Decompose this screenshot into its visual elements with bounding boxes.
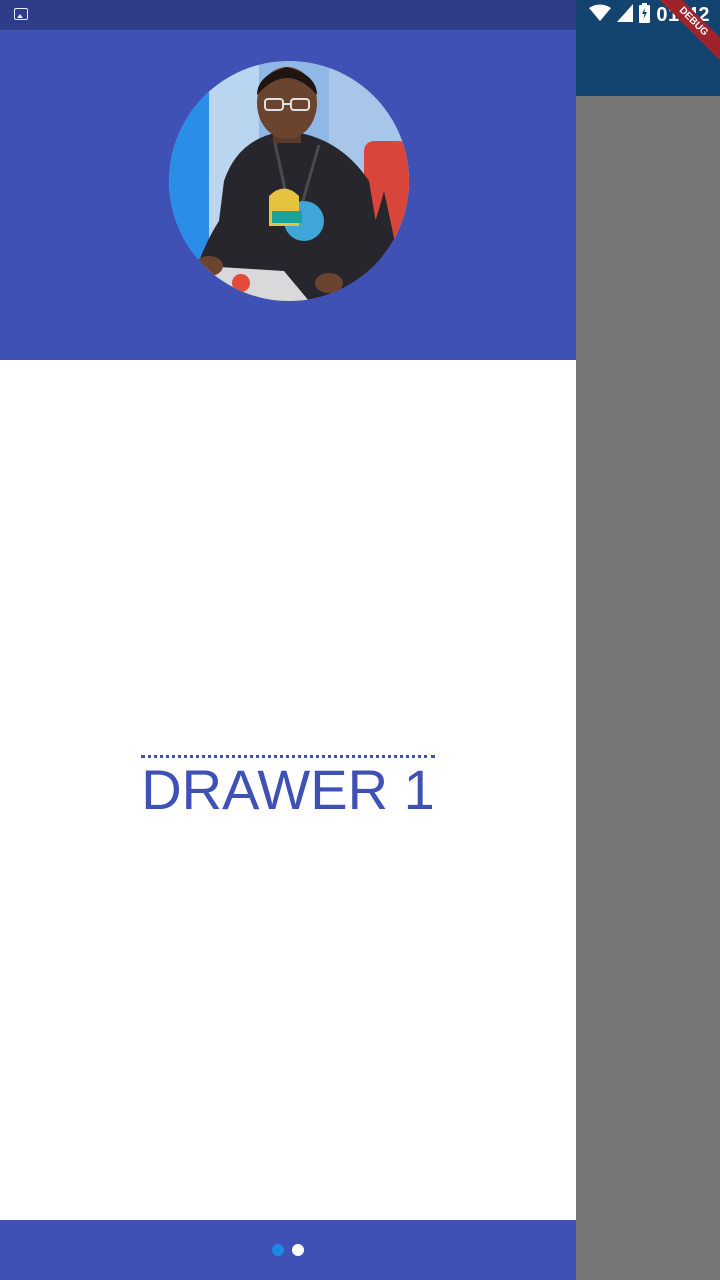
page-dot-1[interactable] (272, 1244, 284, 1256)
image-notification-icon (14, 8, 28, 20)
avatar (169, 61, 409, 301)
profile-photo (169, 61, 409, 301)
page-dot-2[interactable] (292, 1244, 304, 1256)
status-bar: 01:42 (0, 0, 720, 30)
wifi-icon (589, 4, 612, 26)
page-indicator (0, 1220, 576, 1280)
drawer-footer (0, 1220, 576, 1280)
navigation-drawer: DRAWER 1 (0, 0, 576, 1280)
drawer-title-container: DRAWER 1 (0, 755, 576, 820)
drawer-title: DRAWER 1 (141, 755, 435, 820)
cell-signal-icon (617, 4, 634, 26)
screen: 01:42 DEBUG (0, 0, 720, 1280)
drawer-header (0, 0, 576, 360)
battery-charging-icon (639, 3, 651, 27)
